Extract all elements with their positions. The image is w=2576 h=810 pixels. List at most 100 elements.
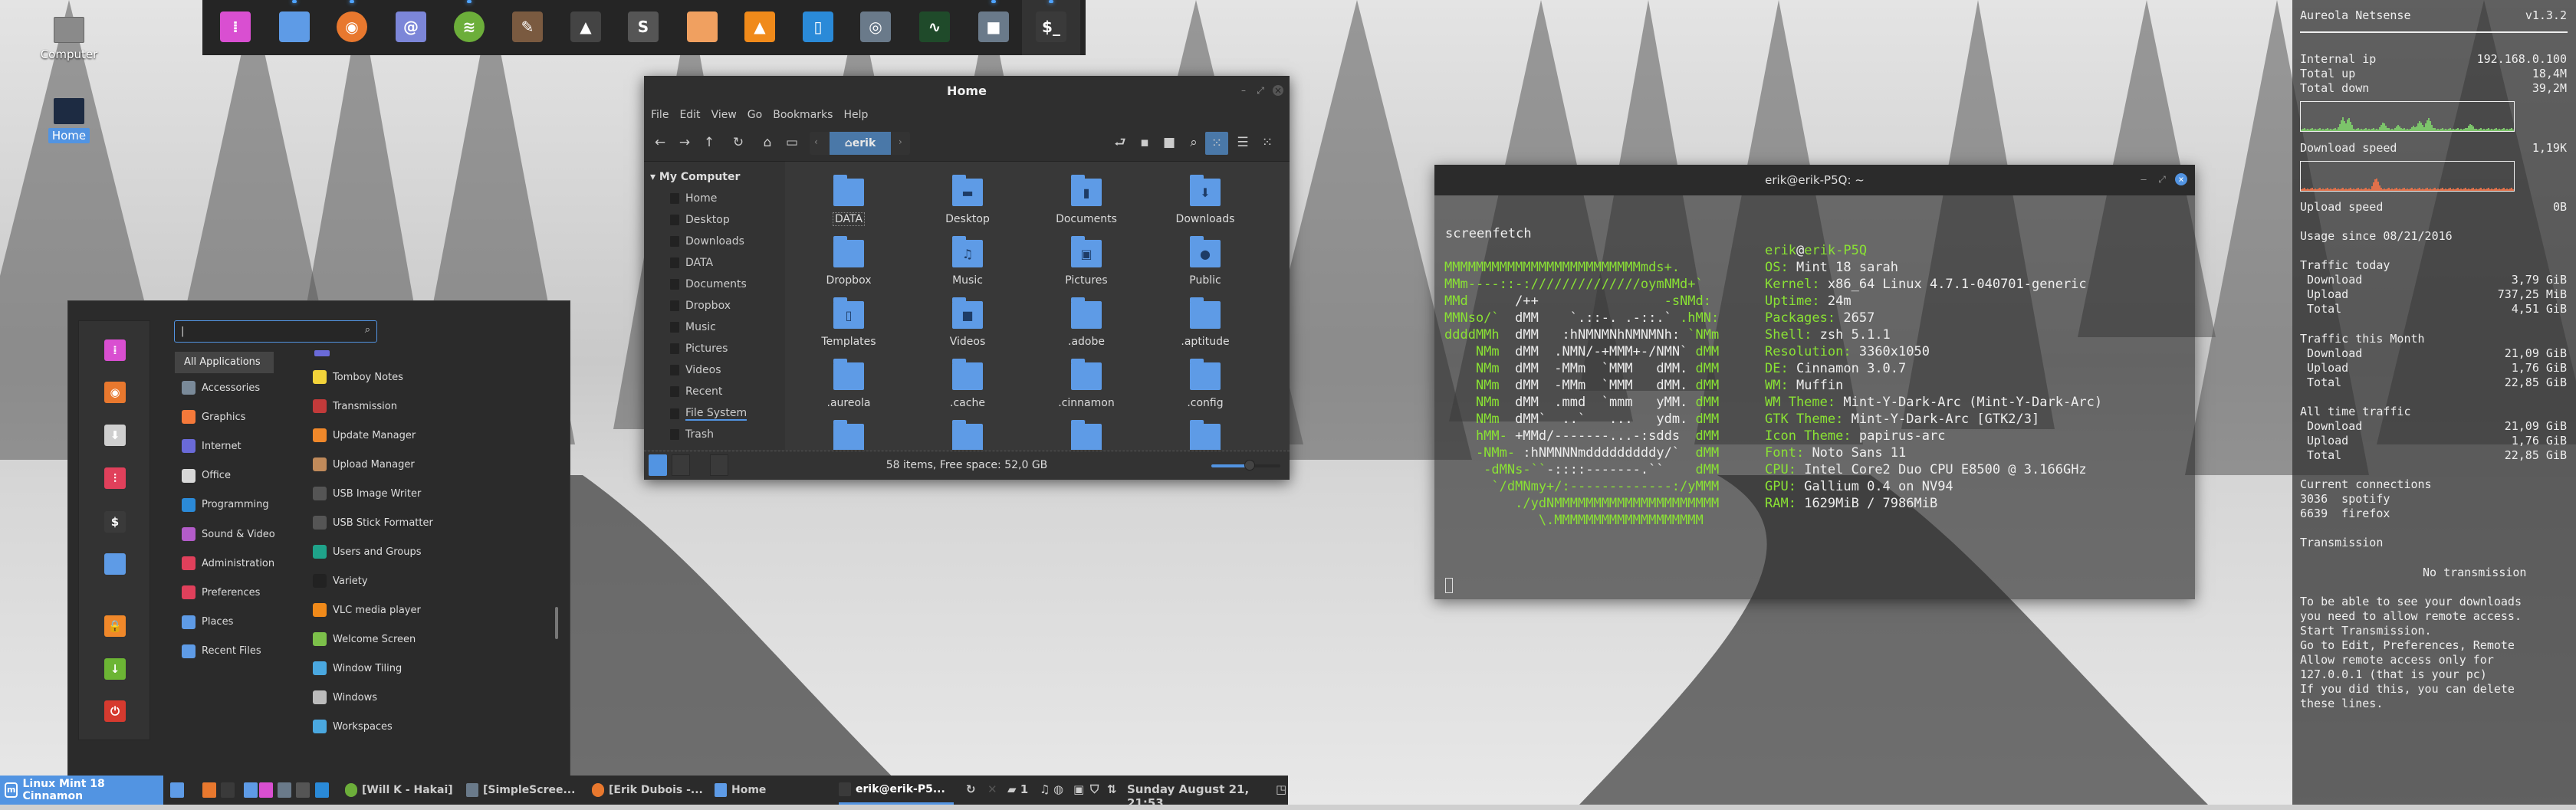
icon-view-button[interactable]: ⁙ [1205,132,1228,155]
path-left-arrow[interactable]: ‹ [814,136,818,147]
app-usb-image-writer[interactable]: USB Image Writer [313,485,421,502]
app-upload-manager[interactable]: Upload Manager [313,456,415,473]
launcher-menu-grid-icon[interactable] [259,782,273,798]
sidebar-item-downloads[interactable]: Downloads [670,235,744,248]
menu-view[interactable]: View [711,107,737,125]
app-tomboy-notes[interactable]: Tomboy Notes [313,369,403,385]
app-windows[interactable]: Windows [313,689,377,706]
favorite-folder[interactable] [104,553,126,575]
favorite-software[interactable]: ⬇ [104,425,126,446]
close-icon[interactable]: ✕ [987,782,997,796]
back-icon[interactable]: ← [652,134,669,151]
app-variety[interactable]: Variety [313,572,368,589]
dock-mail-icon[interactable]: @ [396,11,426,42]
category-all-applications[interactable]: All Applications [175,352,274,373]
favorite-firefox[interactable]: ◉ [104,382,126,403]
window-button[interactable]: [Erik Dubois -... [592,776,703,805]
folder-item[interactable] [795,420,902,450]
close-button[interactable]: × [2175,173,2187,185]
maximize-button[interactable]: ⤢ [2157,174,2167,185]
menu-button[interactable]: m Linux Mint 18 Cinnamon [0,776,163,805]
launcher-window-tiling-icon[interactable] [315,782,329,798]
app-usb-stick-formatter[interactable]: USB Stick Formatter [313,514,433,531]
dock-system-monitor-icon[interactable]: ∿ [919,11,950,42]
category-accessories[interactable]: Accessories [182,379,260,396]
sidebar-item-trash[interactable]: Trash [670,428,714,441]
favorite-logout[interactable]: ↓ [104,658,126,680]
network-icon[interactable]: ⇅ [1107,782,1117,796]
category-administration[interactable]: Administration [182,555,274,572]
window-button[interactable]: [SimpleScree... [466,776,575,805]
computer-icon[interactable]: ▭ [784,134,800,151]
desktop-icon-home[interactable]: Home [38,98,100,143]
close-button[interactable]: × [1273,85,1283,96]
menu-help[interactable]: Help [843,107,868,125]
folder-item[interactable] [1152,420,1259,450]
up-icon[interactable]: ↑ [701,134,718,151]
folder-item[interactable] [914,420,1021,450]
folder-item[interactable]: ⬇ Downloads [1152,175,1259,225]
category-places[interactable]: Places [182,614,233,631]
minimize-button[interactable]: – [2138,174,2149,185]
app-users-and-groups[interactable]: Users and Groups [313,543,421,560]
menu-edit[interactable]: Edit [679,107,700,125]
list-view-icon[interactable]: ☰ [1234,134,1251,151]
favorite-terminal[interactable]: $ [104,511,126,533]
zoom-slider-handle[interactable] [1244,460,1255,471]
screenshot-icon[interactable]: ▣ [1073,782,1084,796]
favorite-settings[interactable]: ⫶ [104,467,126,489]
dock-vlc-icon[interactable]: ▲ [744,11,775,42]
clock[interactable]: Sunday August 21, 21:53 [1127,782,1288,810]
dock-screenshot-icon[interactable]: ◎ [860,11,891,42]
folder-item[interactable] [1033,420,1140,450]
launcher-files-icon[interactable] [244,782,258,798]
sidebar-item-music[interactable]: Music [670,321,716,333]
folder-item[interactable]: ▮ Documents [1033,175,1140,225]
compact-view-icon[interactable]: ⁙ [1259,134,1276,151]
folder-item[interactable]: Dropbox [795,236,902,287]
category-internet[interactable]: Internet [182,438,242,454]
scrollbar[interactable] [555,607,558,639]
folder-item[interactable]: ▬ Desktop [914,175,1021,225]
mouse-icon[interactable]: ◍ [1053,782,1063,796]
dock-spotify-icon[interactable]: ≋ [454,11,485,42]
app-workspaces[interactable]: Workspaces [313,718,393,735]
search-input[interactable]: | ⌕ [174,320,377,343]
folder-item[interactable]: .adobe [1033,297,1140,348]
sidebar-section-my-computer[interactable]: ▾ My Computer [650,171,740,183]
sidebar-item-data[interactable]: DATA [670,257,713,269]
folder-item[interactable]: .cache [914,359,1021,409]
menu-file[interactable]: File [651,107,669,125]
folder-item[interactable]: .aptitude [1152,297,1259,348]
folder-item[interactable]: .config [1152,359,1259,409]
dock-screen-recorder-icon[interactable]: ■ [978,11,1009,42]
folder-item[interactable]: ▣ Pictures [1033,236,1140,287]
minimize-button[interactable]: – [1238,85,1249,96]
sound-icon[interactable]: ♫ [1040,782,1050,796]
sidebar-item-pictures[interactable]: Pictures [670,343,728,355]
favorite-lock[interactable]: 🔒 [104,615,126,637]
app-vlc-media-player[interactable]: VLC media player [313,602,421,618]
notifications-icon[interactable]: ▰ 1 [1007,782,1028,796]
open-terminal-icon[interactable]: ▪ [1136,134,1153,151]
category-graphics[interactable]: Graphics [182,408,245,425]
app-welcome-screen[interactable]: Welcome Screen [313,631,416,648]
search-icon[interactable]: ⌕ [1185,134,1202,151]
launcher-firefox-icon[interactable] [202,782,216,798]
tree-toggle-button[interactable] [672,454,690,476]
dock-window-tiling-icon[interactable]: ▯ [803,11,833,42]
app-window-tiling[interactable]: Window Tiling [313,660,402,677]
new-folder-icon[interactable]: ■ [1161,134,1178,151]
refresh-icon[interactable]: ↻ [966,782,976,796]
path-right-arrow[interactable]: › [899,136,902,147]
dock-peach-icon[interactable] [687,11,718,42]
terminal-window[interactable]: erik@erik-P5Q: ~ – ⤢ × screenfetch MMMMM… [1434,165,2195,599]
zoom-slider[interactable] [1211,460,1280,471]
menu-bookmarks[interactable]: Bookmarks [773,107,833,125]
hide-sidebar-button[interactable] [710,454,728,476]
toggle-location-icon[interactable]: ⮐ [1112,134,1129,151]
reload-icon[interactable]: ↻ [730,134,747,151]
launcher-terminal-icon[interactable] [221,782,235,798]
sidebar-item-file-system[interactable]: File System [670,407,748,421]
window-button[interactable]: [Will K - Hakai] [345,776,453,805]
